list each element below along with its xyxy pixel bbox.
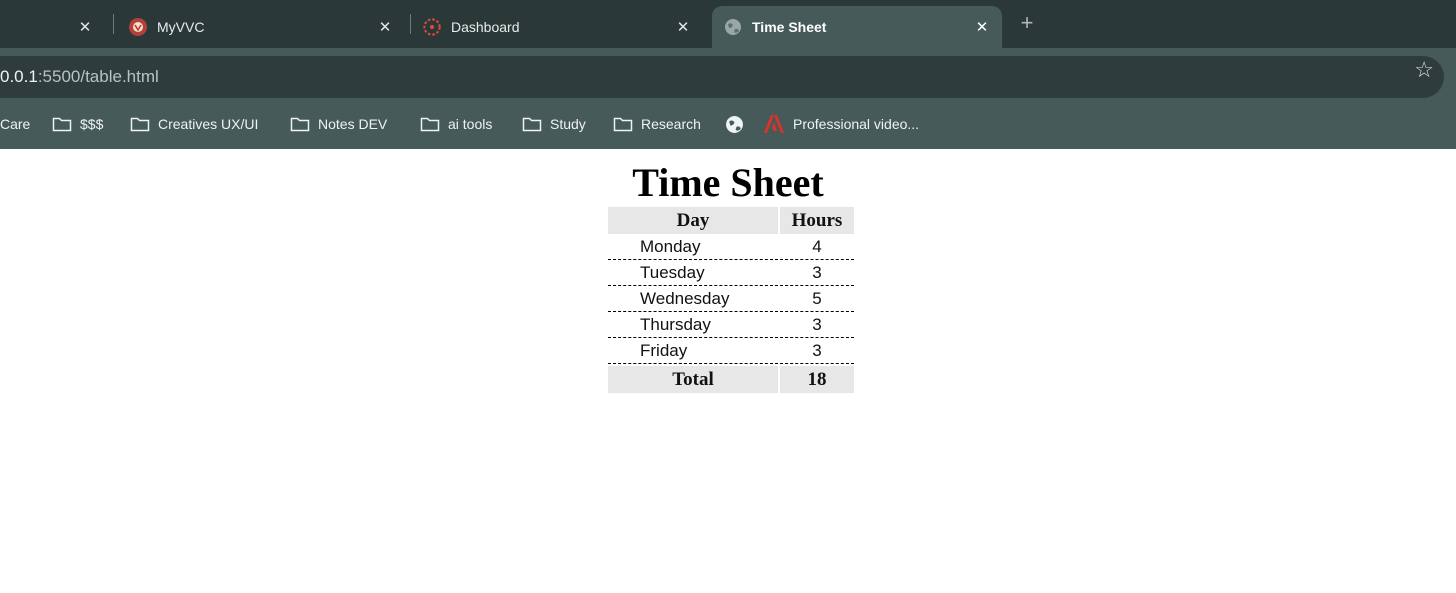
tab-time-sheet[interactable]: Time Sheet ✕	[712, 6, 1002, 48]
bookmark-folder-ai-tools[interactable]: ai tools	[420, 113, 492, 135]
day-cell: Wednesday	[608, 286, 778, 312]
bookmark-folder-research[interactable]: Research	[613, 113, 701, 135]
bookmark-label: Care	[0, 116, 31, 132]
toolbar: 0.0.1:5500/table.html ☆	[0, 48, 1456, 100]
url-text[interactable]: 0.0.1:5500/table.html	[0, 67, 159, 87]
bookmark-professional-video[interactable]: Professional video...	[763, 113, 919, 135]
bookmark-label: Research	[641, 116, 701, 132]
bookmark-folder-creatives[interactable]: Creatives UX/UI	[130, 113, 258, 135]
hours-cell: 3	[780, 312, 854, 338]
address-bar[interactable]: 0.0.1:5500/table.html	[0, 56, 1444, 98]
day-cell: Friday	[608, 338, 778, 364]
myvvc-logo-icon	[129, 18, 147, 36]
bookmark-folder-study[interactable]: Study	[522, 113, 586, 135]
tab-dashboard[interactable]: Dashboard ✕	[411, 6, 703, 48]
folder-icon	[522, 117, 542, 132]
page-title: Time Sheet	[632, 160, 824, 205]
hours-cell: 4	[780, 234, 854, 260]
column-header-day: Day	[608, 207, 778, 234]
folder-icon	[613, 117, 633, 132]
bookmark-label: ai tools	[448, 116, 493, 132]
tab-myvvc[interactable]: MyVVC ✕	[115, 6, 405, 48]
page-content: Time Sheet Day Hours Monday 4 Tuesday 3 …	[0, 149, 1456, 593]
bookmark-label: Creatives UX/UI	[158, 116, 259, 132]
new-tab-button[interactable]: +	[1015, 10, 1039, 35]
globe-icon	[726, 115, 743, 133]
bookmarks-bar: Care $$$ Creatives UX/UI Notes DEV ai to…	[0, 100, 1456, 149]
tab-title: Dashboard	[451, 19, 520, 35]
day-cell: Monday	[608, 234, 778, 260]
canvas-logo-icon	[423, 18, 441, 36]
adobe-icon	[764, 115, 784, 133]
hours-cell: 5	[780, 286, 854, 312]
total-label: Total	[608, 364, 778, 393]
bookmark-label: Notes DEV	[318, 116, 388, 132]
folder-icon	[290, 117, 310, 132]
bookmark-folder-money[interactable]: $$$	[52, 113, 103, 135]
day-cell: Tuesday	[608, 260, 778, 286]
url-path: :5500/table.html	[37, 67, 159, 86]
bookmark-star-icon[interactable]: ☆	[1414, 57, 1434, 83]
bookmark-label: $$$	[80, 116, 104, 132]
folder-icon	[130, 117, 150, 132]
tab-separator	[113, 14, 114, 34]
table-row: Wednesday 5	[608, 286, 854, 312]
close-icon[interactable]: ✕	[375, 17, 395, 37]
day-cell: Thursday	[608, 312, 778, 338]
globe-icon	[724, 18, 742, 36]
hours-cell: 3	[780, 260, 854, 286]
table-row: Tuesday 3	[608, 260, 854, 286]
time-sheet-table: Day Hours Monday 4 Tuesday 3 Wednesday 5…	[606, 207, 856, 393]
tab-strip: ✕ MyVVC ✕ Dashboard ✕ Time Sheet ✕ +	[0, 0, 1456, 48]
folder-icon	[52, 117, 72, 132]
bookmark-label: Professional video...	[793, 116, 920, 132]
table-row: Thursday 3	[608, 312, 854, 338]
hours-cell: 3	[780, 338, 854, 364]
bookmark-globe[interactable]	[725, 113, 752, 135]
url-host: 0.0.1	[0, 67, 38, 86]
table-row: Monday 4	[608, 234, 854, 260]
tab-title: Time Sheet	[752, 19, 827, 35]
total-value: 18	[780, 364, 854, 393]
table-row: Friday 3	[608, 338, 854, 364]
close-icon[interactable]: ✕	[972, 17, 992, 37]
total-row: Total 18	[608, 364, 854, 393]
bookmark-label: Study	[550, 116, 586, 132]
bookmark-folder-notes-dev[interactable]: Notes DEV	[290, 113, 387, 135]
tab-partial[interactable]: ✕	[0, 6, 105, 48]
folder-icon	[420, 117, 440, 132]
close-icon[interactable]: ✕	[75, 17, 95, 37]
tab-title: MyVVC	[157, 19, 205, 35]
column-header-hours: Hours	[780, 207, 854, 234]
table-header-row: Day Hours	[608, 207, 854, 234]
bookmark-care[interactable]: Care	[0, 113, 30, 135]
close-icon[interactable]: ✕	[673, 17, 693, 37]
